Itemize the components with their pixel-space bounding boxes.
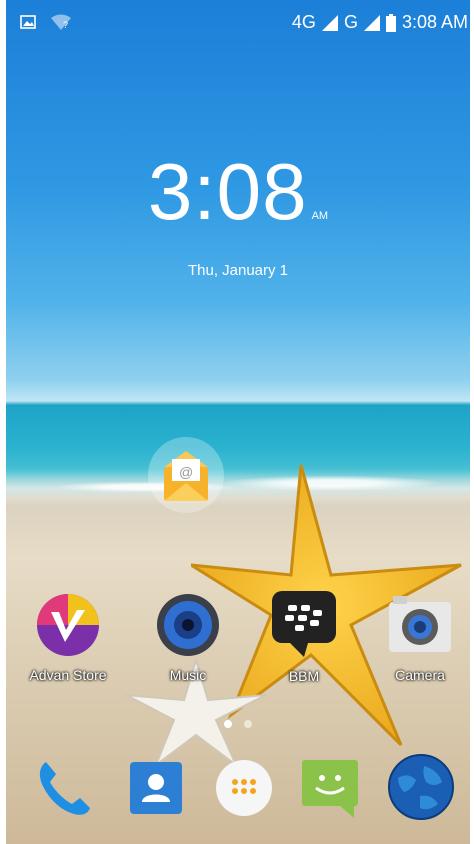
- email-icon: @: [164, 451, 208, 501]
- network-g-label: G: [343, 12, 358, 32]
- clock-time: 3:08: [147, 147, 308, 236]
- advan-store-icon: [37, 594, 99, 656]
- battery-icon: [385, 13, 396, 32]
- app-drawer-icon: [216, 760, 272, 816]
- clock-date: Thu, January 1: [187, 262, 289, 279]
- music-speaker-icon: [157, 594, 219, 656]
- page-indicator: [6, 720, 470, 728]
- camera-icon: [389, 596, 451, 652]
- page-dot-2[interactable]: [244, 720, 252, 728]
- phone-icon: [39, 762, 90, 815]
- music-label: Music: [169, 667, 207, 683]
- svg-text:?: ?: [63, 20, 68, 30]
- app-camera[interactable]: Camera: [370, 592, 470, 683]
- camera-label: Camera: [395, 667, 445, 683]
- home-screen: ? 4G G 3:08 AM 3:08AM Thu, January 1 @: [6, 0, 470, 844]
- dock-browser[interactable]: [386, 752, 456, 822]
- messaging-icon: [302, 760, 358, 818]
- clock-widget[interactable]: 3:08 AM: [6, 152, 470, 232]
- email-app[interactable]: @: [148, 437, 224, 513]
- browser-globe-icon: [388, 754, 454, 820]
- status-time: 3:08 AM: [401, 12, 468, 32]
- dock-phone[interactable]: [32, 756, 96, 820]
- bbm-label: BBM: [288, 668, 320, 684]
- advan-store-label: Advan Store: [29, 667, 107, 683]
- app-advan-store[interactable]: Advan Store: [18, 592, 118, 683]
- gallery-icon: [20, 15, 36, 29]
- page-dot-1[interactable]: [224, 720, 232, 728]
- signal-icon: [363, 14, 380, 31]
- wifi-question-icon: ?: [51, 14, 71, 30]
- app-bbm[interactable]: BBM: [254, 587, 354, 684]
- bbm-icon: [272, 591, 336, 657]
- network-4g-label: 4G: [291, 12, 316, 32]
- signal-icon: [321, 14, 338, 31]
- dock-contacts[interactable]: [124, 756, 188, 820]
- clock-ampm: AM: [311, 210, 329, 222]
- svg-text:@: @: [179, 464, 193, 480]
- dock-app-drawer[interactable]: [212, 756, 276, 820]
- status-bar: ? 4G G 3:08 AM: [6, 0, 470, 44]
- contacts-icon: [130, 762, 182, 814]
- dock-messaging[interactable]: [298, 756, 362, 820]
- app-music[interactable]: Music: [138, 592, 238, 683]
